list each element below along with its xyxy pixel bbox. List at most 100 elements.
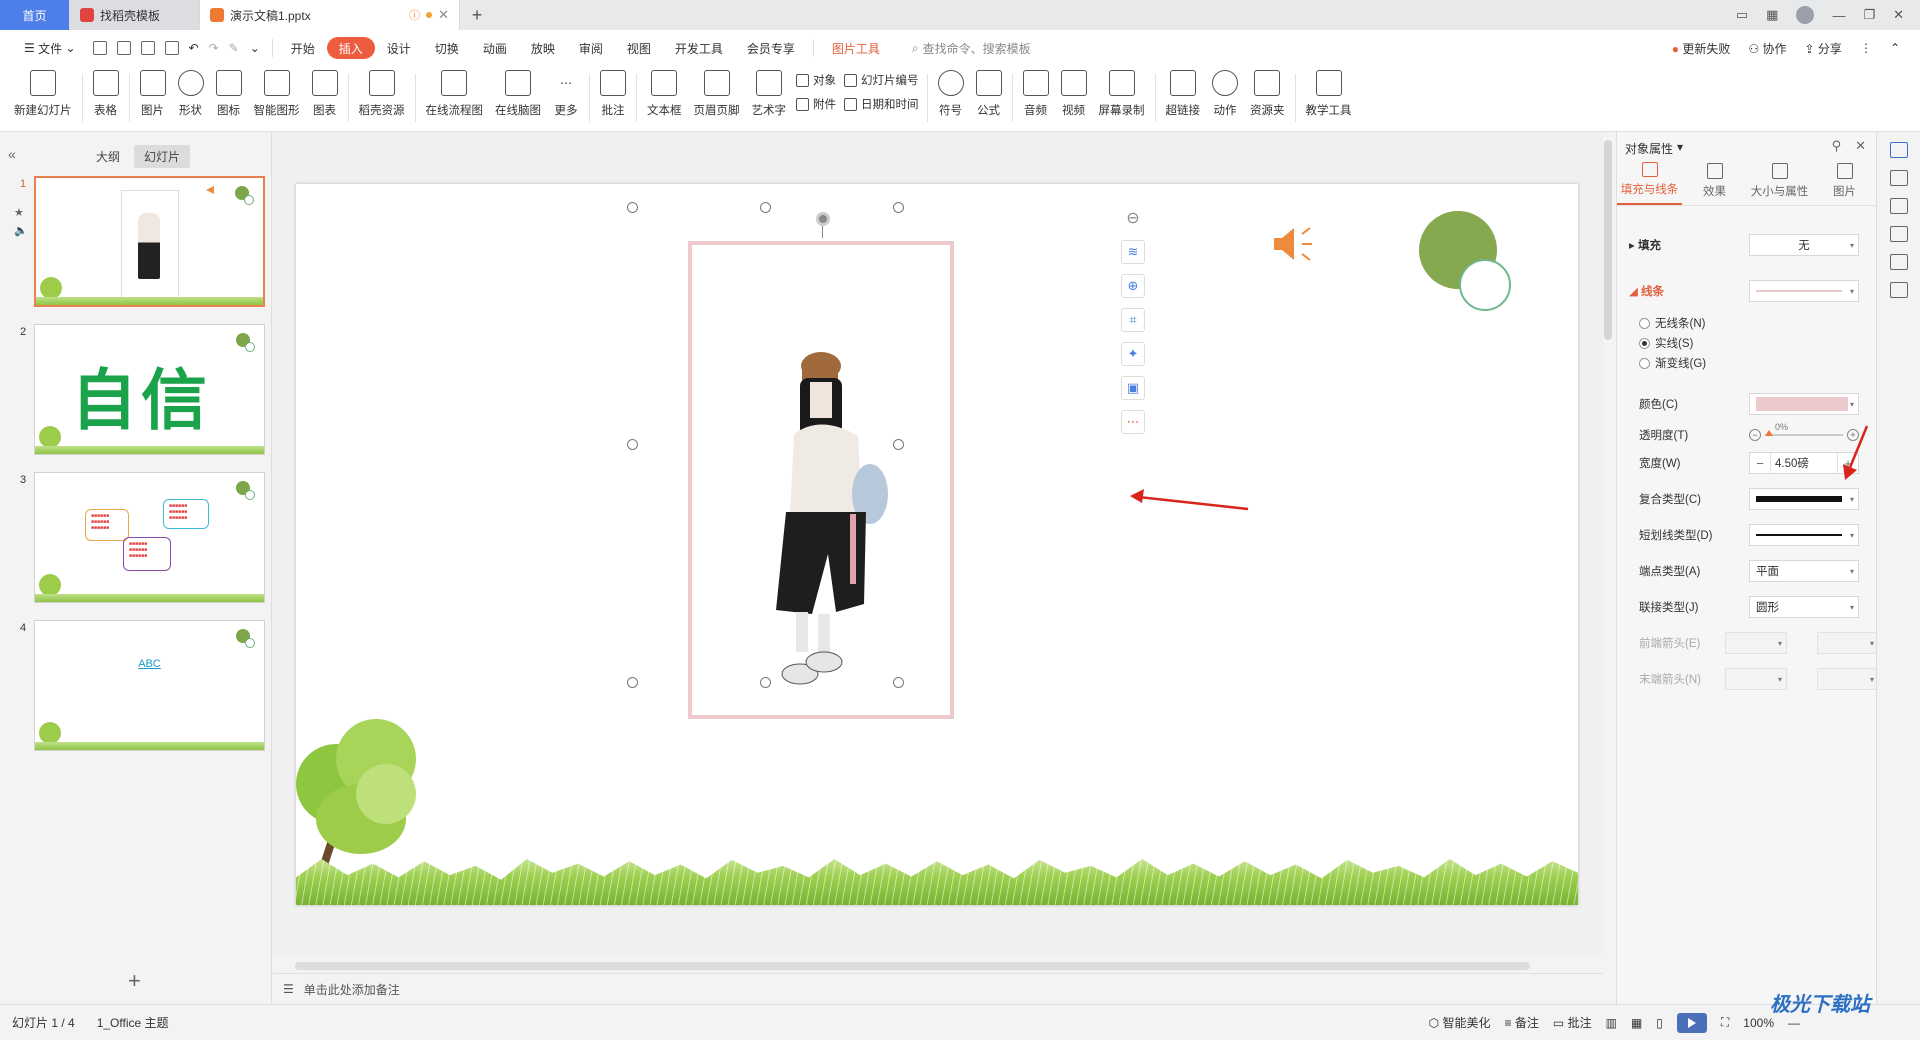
tab-menu-7[interactable]: 视图 xyxy=(615,37,663,59)
object-properties-icon[interactable] xyxy=(1890,142,1908,158)
tab-picture-tools[interactable]: 图片工具 xyxy=(820,37,892,59)
diamond-icon[interactable] xyxy=(1890,254,1908,270)
layers-icon[interactable]: ≋ xyxy=(1121,240,1145,264)
notes-toggle-button[interactable]: ≡ 备注 xyxy=(1505,1014,1539,1031)
undo-icon[interactable]: ↶ xyxy=(189,41,199,55)
shape-button[interactable]: 形状 xyxy=(172,66,210,128)
scroll-thumb[interactable] xyxy=(295,962,1530,970)
tab-menu-9[interactable]: 会员专享 xyxy=(735,37,807,59)
share-button[interactable]: ⇪ 分享 xyxy=(1805,40,1842,57)
art-text-button[interactable]: 艺术字 xyxy=(746,66,793,128)
new-tab-button[interactable]: + xyxy=(460,0,494,30)
resize-handle-r[interactable] xyxy=(893,439,904,450)
tab-home[interactable]: 首页 xyxy=(0,0,70,30)
slide-thumbnail-2[interactable]: 2 自信 xyxy=(0,324,272,464)
compound-type-dropdown[interactable]: ▾ xyxy=(1749,488,1859,510)
object-button[interactable]: 对象 xyxy=(796,72,836,88)
symbol-button[interactable]: 符号 xyxy=(932,66,970,128)
resize-handle-br[interactable] xyxy=(893,677,904,688)
comments-toggle-button[interactable]: ▭ 批注 xyxy=(1553,1014,1592,1031)
table-button[interactable]: 表格 xyxy=(87,66,125,128)
book-icon[interactable] xyxy=(1890,282,1908,298)
chart-button[interactable]: 图表 xyxy=(306,66,344,128)
line-style-dropdown[interactable]: ▾ xyxy=(1749,280,1859,302)
notes-area[interactable]: ☰ 单击此处添加备注 xyxy=(273,973,1603,1004)
cap-type-dropdown[interactable]: 平面 ▾ xyxy=(1749,560,1859,582)
date-time-button[interactable]: 日期和时间 xyxy=(844,96,919,112)
tab-menu-8[interactable]: 开发工具 xyxy=(663,37,735,59)
green-ring[interactable] xyxy=(1459,259,1511,311)
warning-icon[interactable]: ⓘ xyxy=(409,7,420,23)
fit-window-icon[interactable]: ⛶ xyxy=(1721,1015,1729,1030)
end-arrow-size-dropdown[interactable]: ▾ xyxy=(1817,668,1879,690)
panel-title[interactable]: 对象属性 ▾ xyxy=(1625,140,1683,157)
line-section-toggle[interactable]: ◢ 线条 xyxy=(1629,283,1664,299)
audio-button[interactable]: 音频 xyxy=(1017,66,1055,128)
slide-thumbnail-1[interactable]: 1 ★ 🔈 xyxy=(0,176,272,316)
minimize-icon[interactable]: — xyxy=(1832,8,1845,23)
solid-line-radio[interactable]: 实线(S) xyxy=(1639,335,1693,351)
formula-button[interactable]: 公式 xyxy=(970,66,1008,128)
bulb-icon[interactable]: ✦ xyxy=(1121,342,1145,366)
crop-icon[interactable]: ⌗ xyxy=(1121,308,1145,332)
slide-canvas[interactable] xyxy=(296,184,1578,905)
tab-slides[interactable]: 幻灯片 xyxy=(134,145,191,168)
horizontal-scrollbar[interactable] xyxy=(295,960,1595,970)
header-footer-button[interactable]: 页眉页脚 xyxy=(688,66,746,128)
dash-type-dropdown[interactable]: ▾ xyxy=(1749,524,1859,546)
tab-menu-3[interactable]: 切换 xyxy=(423,37,471,59)
fill-section-toggle[interactable]: ▸ 填充 xyxy=(1629,237,1661,253)
command-search[interactable]: ⌕ 查找命令、搜索模板 xyxy=(912,40,1031,57)
decrease-icon[interactable]: − xyxy=(1749,429,1761,441)
vertical-scrollbar[interactable] xyxy=(1604,140,1614,950)
picture-library-icon[interactable] xyxy=(1890,226,1908,242)
more-dots-icon[interactable]: ⋯ xyxy=(1121,410,1145,434)
tab-menu-5[interactable]: 放映 xyxy=(519,37,567,59)
hyperlink-button[interactable]: 超链接 xyxy=(1160,66,1207,128)
tab-outline[interactable]: 大纲 xyxy=(86,145,130,168)
gradient-line-radio[interactable]: 渐变线(G) xyxy=(1639,355,1706,371)
textbox-button[interactable]: 文本框 xyxy=(641,66,688,128)
resize-handle-l[interactable] xyxy=(627,439,638,450)
girl-photo[interactable] xyxy=(766,344,896,704)
pin-icon[interactable]: ⚲ xyxy=(1832,138,1842,154)
print-preview-icon[interactable] xyxy=(164,41,179,55)
color-picker-dropdown[interactable]: ▾ xyxy=(1749,393,1859,415)
online-flowchart-button[interactable]: 在线流程图 xyxy=(420,66,490,128)
close-tab-icon[interactable]: ✕ xyxy=(438,7,449,23)
collapse-toolbar-icon[interactable]: ⊖ xyxy=(1121,206,1145,230)
tab-document[interactable]: 演示文稿1.pptx ⓘ ✕ xyxy=(200,0,460,30)
tab-menu-2[interactable]: 设计 xyxy=(375,37,423,59)
comment-button[interactable]: 批注 xyxy=(594,66,632,128)
width-decrease-button[interactable]: − xyxy=(1750,456,1770,471)
tab-menu-6[interactable]: 审阅 xyxy=(567,37,615,59)
tab-size-properties[interactable]: 大小与属性 xyxy=(1747,162,1812,205)
slider-knob[interactable] xyxy=(1765,430,1773,436)
redo-icon[interactable]: ↷ xyxy=(209,41,219,55)
avatar[interactable] xyxy=(1796,6,1815,24)
collapse-panel-icon[interactable]: « xyxy=(8,146,16,162)
print-icon[interactable] xyxy=(140,41,155,55)
begin-arrow-size-dropdown[interactable]: ▾ xyxy=(1817,632,1879,654)
slide-thumbnail-4[interactable]: 4 ABC xyxy=(0,620,272,760)
normal-view-icon[interactable]: ▥ xyxy=(1606,1016,1617,1030)
quick-access-more-icon[interactable]: ⌄ xyxy=(250,41,260,55)
tab-effects[interactable]: 效果 xyxy=(1682,162,1747,205)
tab-fill-line[interactable]: 填充与线条 xyxy=(1617,162,1682,205)
join-type-dropdown[interactable]: 圆形 ▾ xyxy=(1749,596,1859,618)
restore-icon[interactable]: ❐ xyxy=(1863,7,1875,23)
close-window-icon[interactable]: ✕ xyxy=(1893,7,1904,23)
teaching-tools-button[interactable]: 教学工具 xyxy=(1300,66,1358,128)
export-pdf-icon[interactable] xyxy=(116,41,131,55)
tab-picture[interactable]: 图片 xyxy=(1812,162,1877,205)
layout-switch-icon[interactable]: ▭ xyxy=(1736,7,1748,23)
screen-record-button[interactable]: 屏幕录制 xyxy=(1093,66,1151,128)
zoom-level[interactable]: 100% xyxy=(1743,1016,1774,1030)
scroll-thumb[interactable] xyxy=(1604,140,1612,340)
fill-dropdown[interactable]: 无 ▾ xyxy=(1749,234,1859,256)
video-button[interactable]: 视频 xyxy=(1055,66,1093,128)
zoom-in-icon[interactable]: ⊕ xyxy=(1121,274,1145,298)
resize-handle-b[interactable] xyxy=(760,677,771,688)
add-slide-button[interactable]: + xyxy=(128,968,141,994)
update-failed-button[interactable]: ● 更新失败 xyxy=(1672,40,1731,57)
